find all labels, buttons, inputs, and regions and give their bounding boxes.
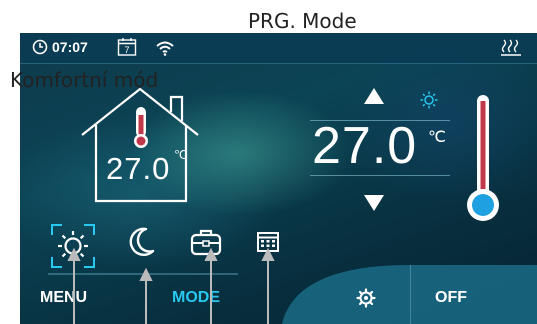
annotation-arrows (67, 247, 275, 324)
annotation-comfort-mode: Komfortní mód (10, 68, 159, 92)
